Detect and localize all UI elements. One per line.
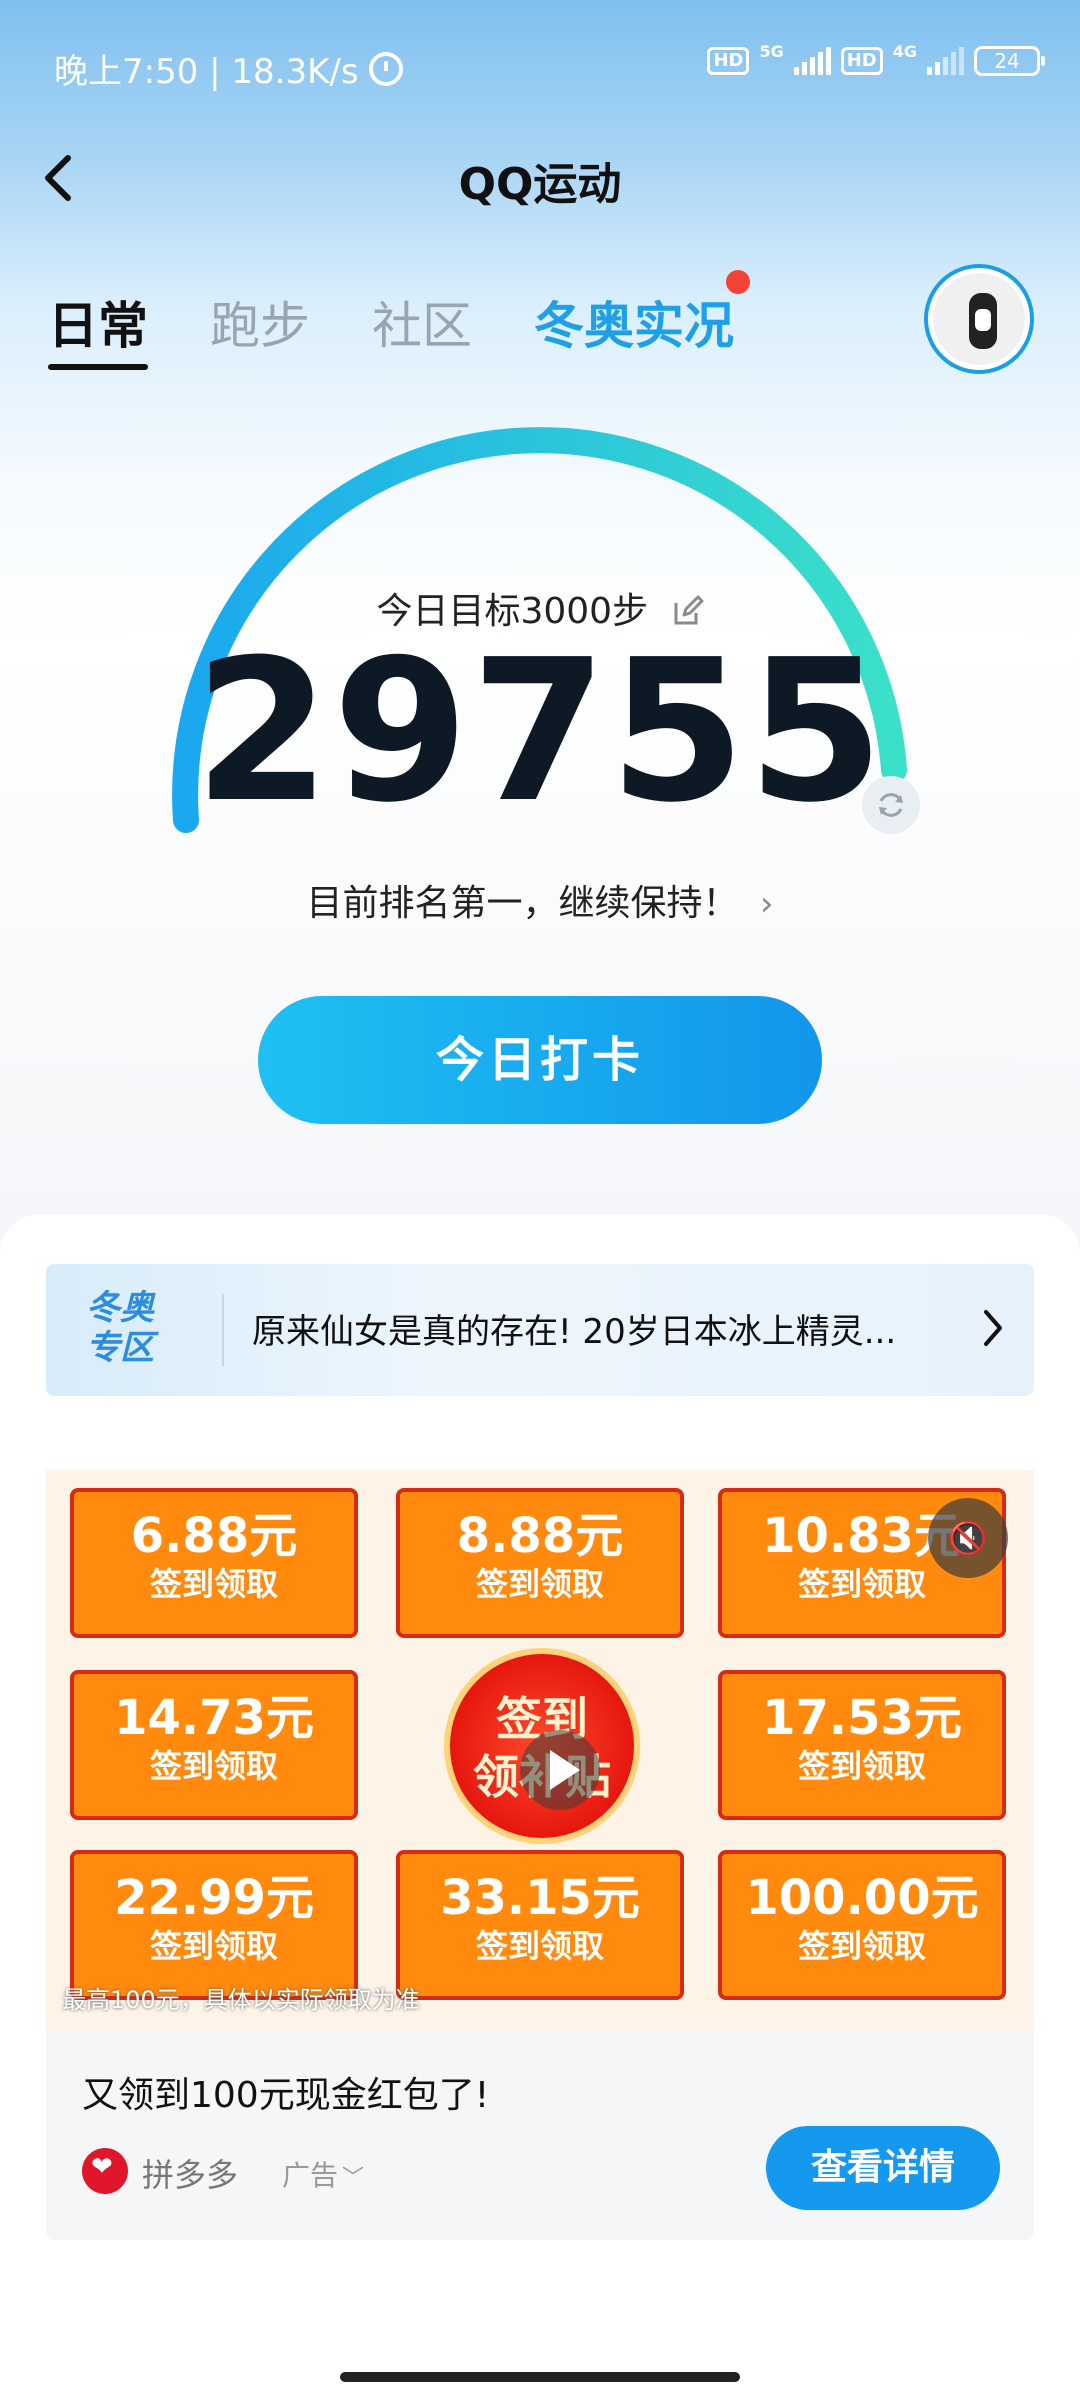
checkin-button[interactable]: 今日打卡 <box>258 996 822 1124</box>
battery-icon: 24 <box>974 46 1045 76</box>
ad-title[interactable]: 又领到100元现金红包了! <box>82 2066 489 2118</box>
ad-tile-sub: 签到领取 <box>149 1747 278 1785</box>
ranking-link[interactable]: 目前排名第一，继续保持！ › <box>0 874 1080 926</box>
mute-icon[interactable]: 🔇 <box>928 1498 1008 1578</box>
winter-olympics-banner[interactable]: 冬奥 专区 原来仙女是真的存在! 20岁日本冰上精灵... <box>46 1264 1034 1396</box>
ad-video[interactable]: 6.88元 签到领取 8.88元 签到领取 10.83元 签到领取 14.73元… <box>46 1470 1034 2030</box>
pinduoduo-logo-icon <box>82 2148 128 2194</box>
ad-tile-amount: 8.88元 <box>456 1508 624 1564</box>
network-label: 5G <box>759 41 784 61</box>
tab-winter-olympics-label: 冬奥实况 <box>534 297 734 355</box>
ad-tile: 8.88元 签到领取 <box>396 1488 684 1638</box>
network-label: 4G <box>892 41 917 61</box>
ad-tile-sub: 签到领取 <box>797 1927 926 1965</box>
ad-tile-amount: 6.88元 <box>130 1508 298 1564</box>
ad-tile-amount: 22.99元 <box>114 1870 314 1926</box>
ad-tile-sub: 签到领取 <box>797 1747 926 1785</box>
ad-tile: 22.99元 签到领取 <box>70 1850 358 2000</box>
tab-daily[interactable]: 日常 <box>48 286 148 370</box>
tab-community[interactable]: 社区 <box>372 286 472 370</box>
play-icon[interactable] <box>520 1730 600 1810</box>
status-bar: 晚上7:50 | 18.3K/s HD 5G HD 4G 24 <box>0 0 1080 130</box>
home-indicator[interactable] <box>340 2372 740 2382</box>
status-time: 晚上7:50 | 18.3K/s <box>54 52 359 92</box>
hd-badge: HD <box>840 47 883 75</box>
ad-label[interactable]: 广告 ﹀ <box>282 2154 364 2194</box>
ad-info: 又领到100元现金红包了! 拼多多 广告﹀ 查看详情 <box>46 2030 1034 2240</box>
ad-tile: 33.15元 签到领取 <box>396 1850 684 2000</box>
view-details-button[interactable]: 查看详情 <box>766 2126 1000 2210</box>
ad-disclaimer: 最高100元，具体以实际领取为准 <box>62 1986 420 2014</box>
banner-headline: 原来仙女是真的存在! 20岁日本冰上精灵... <box>252 1312 897 1352</box>
signal-icon <box>793 47 831 75</box>
ad-tile-sub: 签到领取 <box>149 1927 278 1965</box>
ad-tile-amount: 17.53元 <box>762 1690 962 1746</box>
tab-winter-olympics[interactable]: 冬奥实况 <box>534 270 750 370</box>
logo-line-1: 冬奥 <box>86 1288 154 1328</box>
alarm-icon <box>368 51 403 86</box>
hd-badge: HD <box>707 47 750 75</box>
ad-tile: 100.00元 签到领取 <box>718 1850 1006 2000</box>
refresh-icon[interactable] <box>862 776 920 834</box>
ad-tile-sub: 签到领取 <box>475 1927 604 1965</box>
signal-icon <box>927 47 964 75</box>
ad-tile-amount: 100.00元 <box>745 1870 979 1926</box>
banner-divider <box>222 1294 224 1366</box>
ad-tile: 14.73元 签到领取 <box>70 1670 358 1820</box>
ad-label-text: 广告 <box>282 2159 339 2192</box>
chevron-right-icon: › <box>759 884 774 924</box>
tab-running[interactable]: 跑步 <box>210 286 310 370</box>
ad-tile: 6.88元 签到领取 <box>70 1488 358 1638</box>
ad-tile: 17.53元 签到领取 <box>718 1670 1006 1820</box>
panda-avatar-icon <box>933 273 1025 365</box>
ad-tile-amount: 33.15元 <box>440 1870 640 1926</box>
winter-olympics-logo: 冬奥 专区 <box>86 1288 186 1368</box>
logo-line-2: 专区 <box>86 1328 154 1368</box>
ad-tile-amount: 14.73元 <box>114 1690 314 1746</box>
ranking-text: 目前排名第一，继续保持！ <box>306 883 739 924</box>
status-left: 晚上7:50 | 18.3K/s <box>54 44 403 93</box>
chevron-down-icon: ﹀ <box>342 2166 365 2191</box>
ad-tile-sub: 签到领取 <box>475 1565 604 1603</box>
page-title: QQ运动 <box>458 159 622 210</box>
tab-bar: 日常 跑步 社区 冬奥实况 <box>48 270 750 370</box>
advertiser-name: 拼多多 <box>142 2156 239 2194</box>
chevron-right-icon <box>984 1310 1002 1346</box>
status-right: HD 5G HD 4G 24 <box>707 42 1045 76</box>
notification-dot <box>726 270 750 294</box>
avatar[interactable] <box>924 264 1034 374</box>
ad-tile-sub: 签到领取 <box>149 1565 278 1603</box>
